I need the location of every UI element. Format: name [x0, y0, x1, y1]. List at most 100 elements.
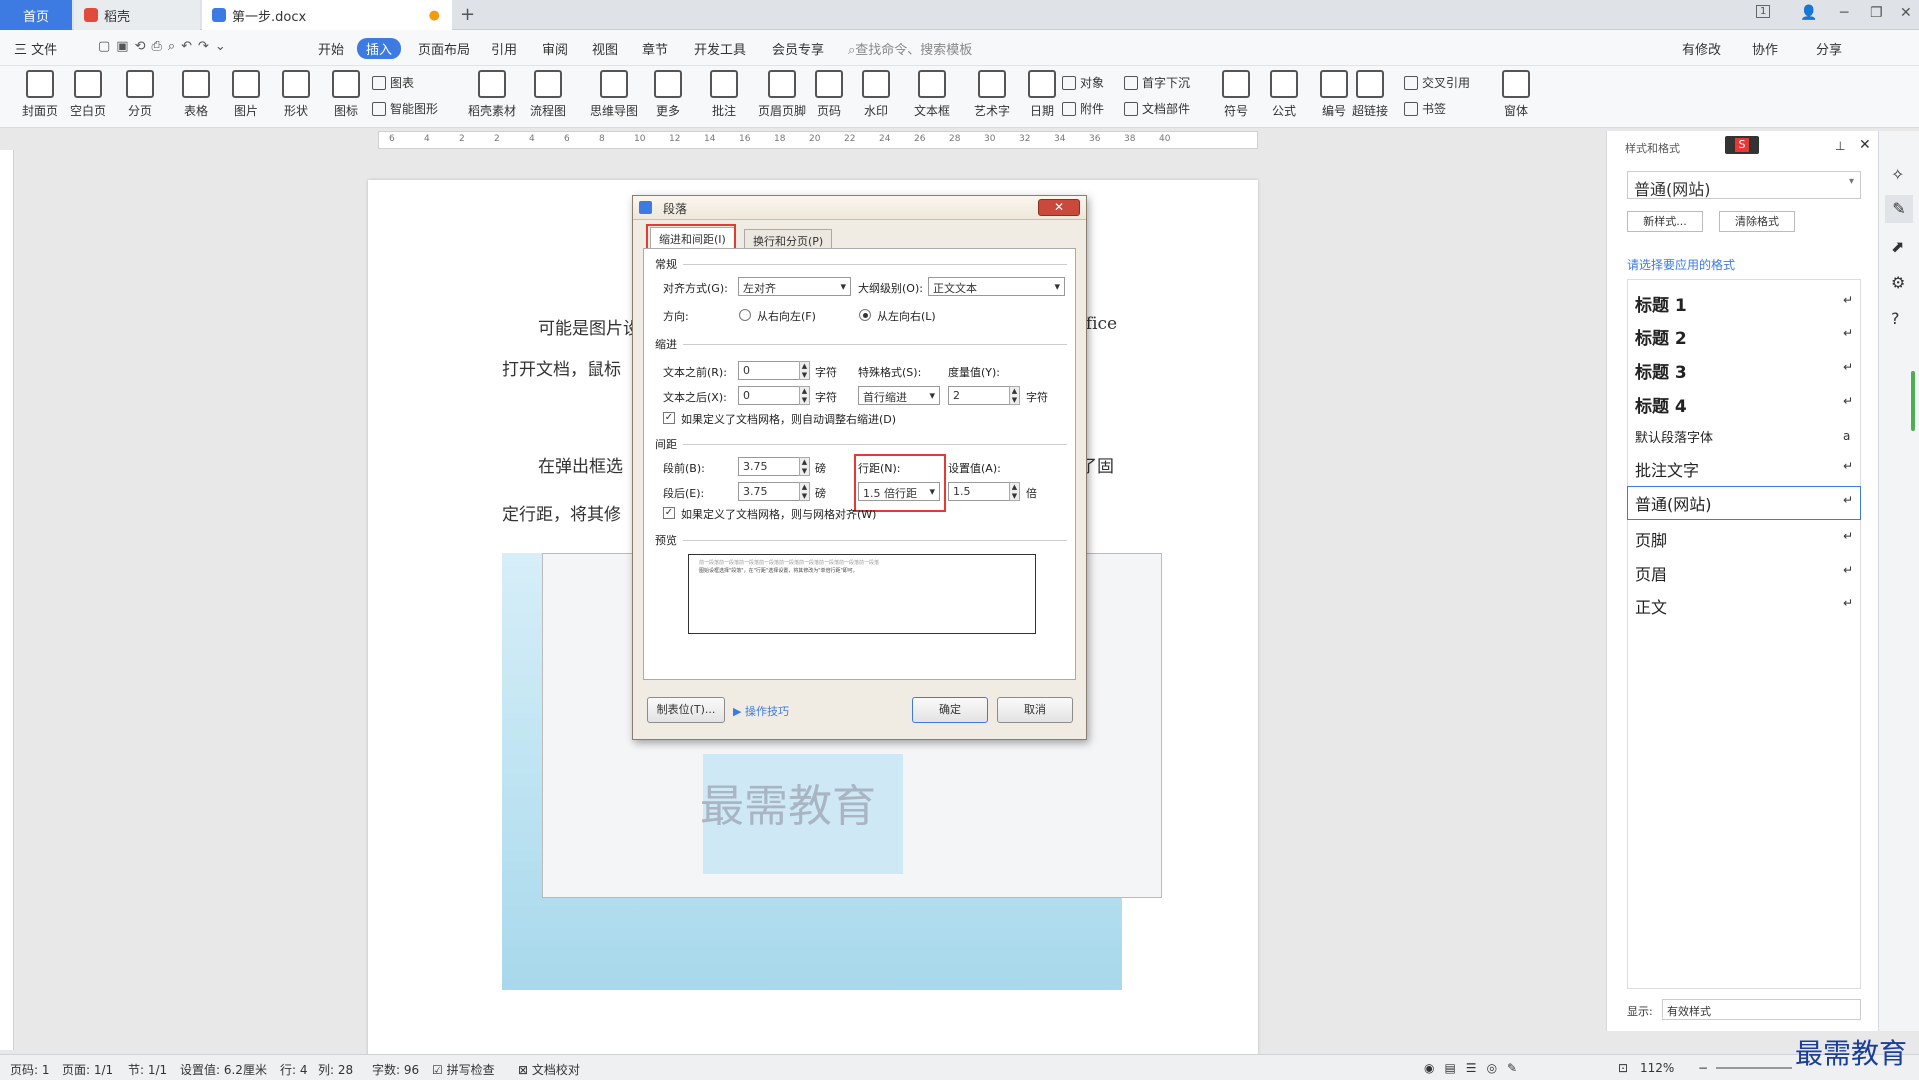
before-input[interactable]: 3.75 [738, 457, 800, 476]
ribbon-icon-button[interactable]: 图标 [332, 70, 360, 119]
radio-ltr[interactable] [859, 309, 871, 321]
ok-button[interactable]: 确定 [912, 697, 988, 723]
ribbon-wordart-button[interactable]: 艺术字 [974, 70, 1010, 119]
ribbon-formula-button[interactable]: 公式 [1270, 70, 1298, 119]
menu-references[interactable]: 引用 [491, 39, 517, 58]
ribbon-flowchart-button[interactable]: 流程图 [530, 70, 566, 119]
radio-rtl[interactable] [739, 309, 751, 321]
ribbon-chart-button[interactable]: 图表 [372, 74, 414, 91]
avatar[interactable]: 👤 [1800, 5, 1817, 21]
ribbon-watermark-button[interactable]: 水印 [862, 70, 890, 119]
after-text-spinner[interactable]: ▲ ▼ [799, 386, 810, 405]
measure-spinner[interactable]: ▲ ▼ [1009, 386, 1020, 405]
ribbon-page-number-button[interactable]: 页码 [815, 70, 843, 119]
ribbon-bookmark-button[interactable]: 书签 [1404, 100, 1446, 117]
ribbon-picture-button[interactable]: 图片 [232, 70, 260, 119]
sparkle-icon[interactable]: ✧ [1891, 165, 1904, 184]
before-spinner[interactable]: ▲ ▼ [799, 457, 810, 476]
ribbon-symbol-button[interactable]: 符号 [1222, 70, 1250, 119]
ribbon-numbering-button[interactable]: 编号 [1320, 70, 1348, 119]
ribbon-cover-button[interactable]: 封面页 [22, 70, 58, 119]
ribbon-smart-graphic-button[interactable]: 智能图形 [372, 100, 438, 117]
new-tab-button[interactable]: + [460, 4, 475, 25]
page-indicator[interactable]: 1 [1756, 5, 1771, 18]
ribbon-cross-reference-button[interactable]: 交叉引用 [1404, 74, 1470, 91]
set-value-input[interactable]: 1.5 [948, 482, 1010, 501]
tab-document[interactable]: 第一步.docx ● [202, 0, 452, 30]
doc-proof-button[interactable]: ⊠ 文档校对 [518, 1061, 580, 1078]
grid-align-checkbox[interactable]: ✓ [663, 507, 675, 519]
style-item[interactable]: 标题 3 [1635, 358, 1687, 383]
set-value-spinner[interactable]: ▲ ▼ [1009, 482, 1020, 501]
after-spinner[interactable]: ▲ ▼ [799, 482, 810, 501]
spell-check-button[interactable]: ☑ 拼写检查 [432, 1061, 495, 1078]
measure-input[interactable]: 2 [948, 386, 1010, 405]
ribbon-shape-button[interactable]: 形状 [282, 70, 310, 119]
zoom-out-icon[interactable]: − [1698, 1061, 1708, 1075]
horizontal-ruler[interactable]: 6 4 2 2 4 6 8 10 12 14 16 18 20 22 24 26 28 30 32 34 36 38 40 [378, 131, 1258, 149]
outline-select[interactable]: 正文文本 ▾ [928, 277, 1065, 296]
style-item[interactable]: 标题 4 [1635, 392, 1687, 417]
cursor-icon[interactable]: ⬈ [1891, 237, 1904, 256]
panel-header[interactable]: 样式和格式 [1625, 140, 1680, 156]
align-select[interactable]: 左对齐 ▾ [738, 277, 851, 296]
after-text-input[interactable]: 0 [738, 386, 800, 405]
after-input[interactable]: 3.75 [738, 482, 800, 501]
help-icon[interactable]: ? [1891, 309, 1900, 328]
zoom-slider[interactable] [1716, 1067, 1792, 1069]
ribbon-daoke-button[interactable]: 稻壳素材 [468, 70, 516, 119]
quick-access-icons[interactable]: ▢▣⟲⎙⌕↶↷⌄ [98, 39, 232, 54]
menu-insert[interactable]: 插入 [357, 38, 402, 59]
ribbon-mindmap-button[interactable]: 思维导图 [590, 70, 638, 119]
menu-chapter[interactable]: 章节 [642, 39, 668, 58]
menu-view[interactable]: 视图 [592, 39, 618, 58]
auto-indent-checkbox[interactable]: ✓ [663, 412, 675, 424]
style-item[interactable]: 标题 2 [1635, 324, 1687, 349]
ribbon-break-button[interactable]: 分页 [126, 70, 154, 119]
style-pen-icon[interactable]: ✎ [1885, 195, 1913, 223]
ribbon-blank-button[interactable]: 空白页 [70, 70, 106, 119]
current-style-select[interactable]: 普通(网站) ▾ [1627, 171, 1861, 199]
restore-icon[interactable]: ❐ [1870, 5, 1883, 21]
ribbon-more-button[interactable]: 更多 [654, 70, 682, 119]
fit-icon[interactable]: ⊡ [1618, 1061, 1628, 1075]
clear-format-button[interactable]: 清除格式 [1719, 211, 1795, 232]
before-text-input[interactable]: 0 [738, 361, 800, 380]
menu-page-layout[interactable]: 页面布局 [418, 39, 470, 58]
menu-review[interactable]: 审阅 [542, 39, 568, 58]
menu-start[interactable]: 开始 [318, 39, 344, 58]
cancel-button[interactable]: 取消 [997, 697, 1073, 723]
ribbon-date-button[interactable]: 日期 [1028, 70, 1056, 119]
tips-link[interactable]: ▶ 操作技巧 [733, 703, 789, 719]
ribbon-table-button[interactable]: 表格 [182, 70, 210, 119]
close-icon[interactable]: ✕ [1900, 5, 1912, 21]
ribbon-attachment-button[interactable]: 附件 [1062, 100, 1104, 117]
zoom-level[interactable]: 112% [1640, 1061, 1674, 1075]
ribbon-comment-button[interactable]: 批注 [710, 70, 738, 119]
share-button[interactable]: 分享 [1816, 39, 1842, 58]
scrollbar-thumb[interactable] [1911, 371, 1915, 431]
command-search[interactable]: ⌕查找命令、搜索模板 [848, 39, 972, 58]
settings-icon[interactable]: ⚙ [1891, 273, 1905, 292]
ribbon-textbox-button[interactable]: 文本框 [914, 70, 950, 119]
pin-icon[interactable]: ⊥ [1835, 139, 1845, 153]
before-text-spinner[interactable]: ▲ ▼ [799, 361, 810, 380]
ribbon-header-footer-button[interactable]: 页眉页脚 [758, 70, 806, 119]
menu-member[interactable]: 会员专享 [772, 39, 824, 58]
tab-stops-button[interactable]: 制表位(T)... [647, 697, 725, 723]
style-item[interactable]: 批注文字 [1635, 457, 1699, 481]
collaborate-button[interactable]: 协作 [1752, 39, 1778, 58]
style-item[interactable]: 页脚 [1635, 527, 1667, 551]
file-menu[interactable]: 三 文件 [14, 39, 57, 58]
minimize-icon[interactable]: ─ [1840, 5, 1848, 21]
show-select[interactable]: 有效样式 [1662, 999, 1861, 1020]
new-style-button[interactable]: 新样式... [1627, 211, 1703, 232]
panel-close-icon[interactable]: ✕ [1859, 137, 1871, 153]
status-words[interactable]: 字数: 96 [372, 1061, 419, 1078]
modified-button[interactable]: 有修改 [1682, 39, 1721, 58]
style-item[interactable]: 标题 1 [1635, 291, 1687, 316]
tab-daoke[interactable]: 稻壳 [74, 0, 200, 30]
dialog-close-button[interactable]: ✕ [1038, 199, 1080, 216]
ribbon-doc-parts-button[interactable]: 文档部件 [1124, 100, 1190, 117]
style-item[interactable]: 正文 [1635, 594, 1667, 618]
